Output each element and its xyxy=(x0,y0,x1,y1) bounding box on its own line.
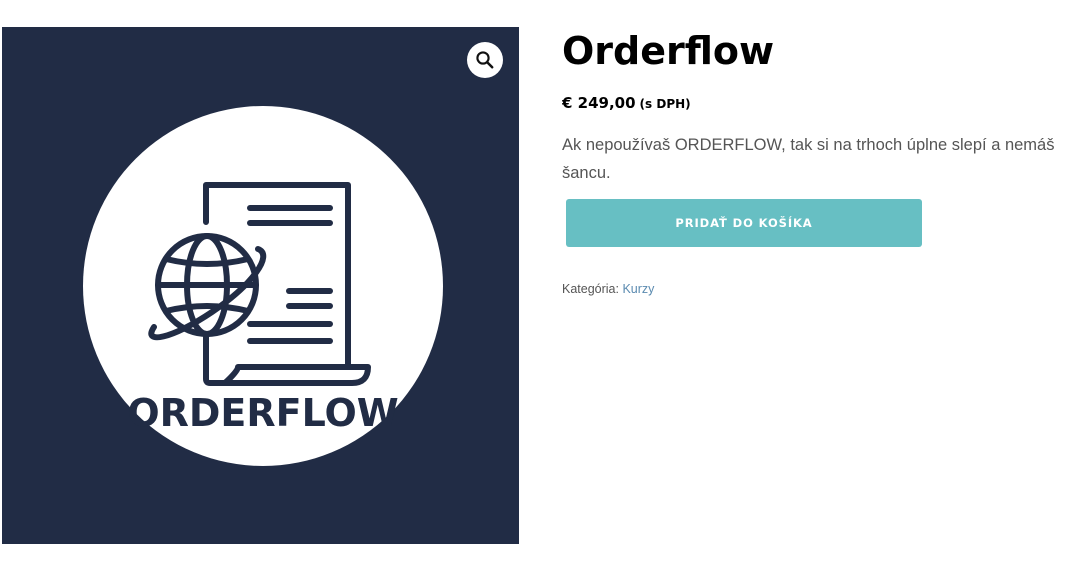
description-text: Ak nepoužívaš ORDERFLOW, tak si na trhoc… xyxy=(562,136,1055,182)
add-to-cart-button[interactable]: PRIDAŤ DO KOŠÍKA xyxy=(566,199,922,247)
category-label: Kategória: xyxy=(562,282,619,296)
product-title: Orderflow xyxy=(562,29,775,73)
product-meta: Kategória: Kurzy xyxy=(562,281,654,297)
magnifier-icon xyxy=(476,51,494,69)
price-amount: € 249,00 xyxy=(562,94,636,112)
product-gallery: ORDERFLOW xyxy=(2,27,519,544)
price-tax-suffix: (s DPH) xyxy=(639,97,691,111)
category-link[interactable]: Kurzy xyxy=(622,282,654,296)
product-page: ORDERFLOW Orderflow € 249,00 (s DPH) Ak n… xyxy=(0,0,1076,561)
product-price: € 249,00 (s DPH) xyxy=(562,93,691,114)
product-description: Ak nepoužívaš ORDERFLOW, tak si na trhoc… xyxy=(562,131,1076,187)
logo-text: ORDERFLOW xyxy=(127,391,398,435)
zoom-button[interactable] xyxy=(467,42,503,78)
product-image[interactable]: ORDERFLOW xyxy=(2,27,519,544)
product-summary: Orderflow € 249,00 (s DPH) Ak nepoužívaš … xyxy=(562,20,1076,540)
